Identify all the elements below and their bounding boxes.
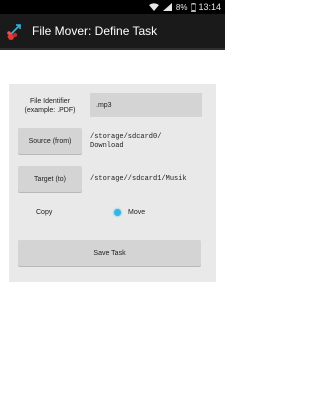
task-form-panel: File Identifier (example: .PDF) .mp3 Sou…: [9, 84, 216, 282]
target-button[interactable]: Target (to): [18, 166, 82, 192]
file-identifier-label-line1: File Identifier: [29, 98, 71, 105]
app-logo-icon[interactable]: [6, 21, 26, 41]
battery-percent: 8%: [175, 2, 188, 12]
copy-label: Copy: [36, 209, 53, 216]
save-task-button[interactable]: Save Task: [18, 240, 201, 266]
source-path-line2: Download: [90, 142, 124, 150]
file-identifier-label: File Identifier (example: .PDF): [18, 93, 82, 119]
move-label: Move: [128, 209, 146, 216]
status-bar: 8% 13:14: [0, 0, 225, 14]
source-path: /storage/sdcard0/ Download: [90, 133, 161, 151]
move-radio[interactable]: [114, 209, 121, 216]
signal-icon: [162, 3, 172, 11]
move-option[interactable]: Move: [114, 209, 145, 216]
action-bar: File Mover: Define Task: [0, 14, 225, 48]
clock: 13:14: [198, 2, 221, 12]
copy-option[interactable]: Copy: [36, 209, 52, 216]
source-path-line1: /storage/sdcard0/: [90, 133, 162, 141]
action-bar-divider: [0, 48, 225, 50]
battery-icon: [191, 2, 197, 12]
file-identifier-input[interactable]: .mp3: [90, 93, 202, 117]
source-button[interactable]: Source (from): [18, 128, 82, 154]
file-identifier-label-line2: (example: .PDF): [24, 107, 76, 114]
page-title: File Mover: Define Task: [32, 24, 158, 38]
wifi-icon: [148, 3, 159, 11]
target-path: /storage//sdcard1/Musik: [90, 175, 187, 183]
